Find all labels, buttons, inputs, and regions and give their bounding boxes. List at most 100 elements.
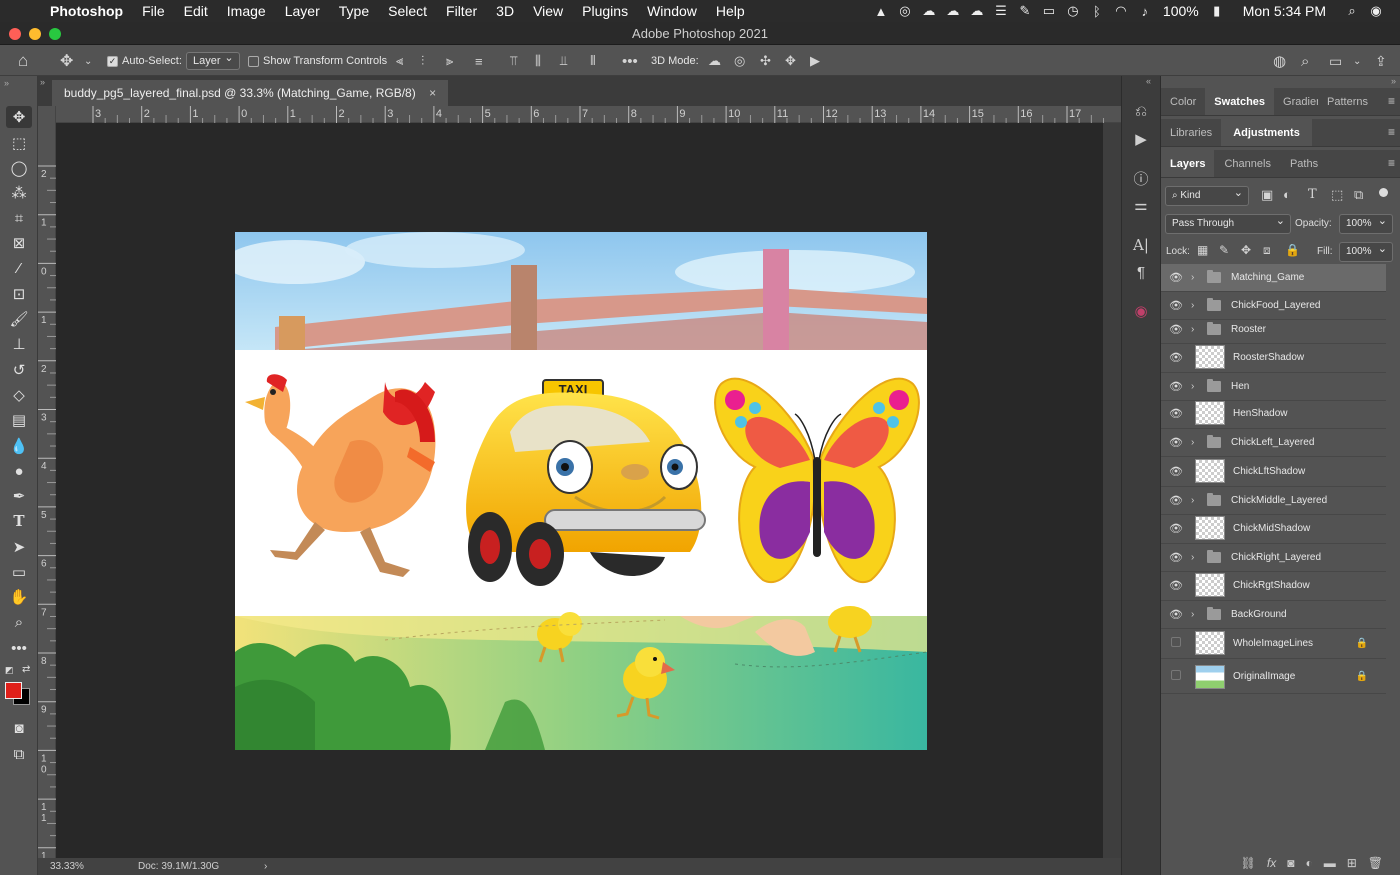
layer-row[interactable]: 👁 ChickLftShadow: [1161, 456, 1386, 487]
actions-play-icon[interactable]: ▶: [1130, 128, 1152, 150]
gradient-tool-icon[interactable]: ▤: [6, 409, 32, 431]
menu-filter[interactable]: Filter: [446, 3, 477, 19]
menu-app-name[interactable]: Photoshop: [50, 3, 123, 19]
filter-smart-object-icon[interactable]: ⧉: [1354, 187, 1363, 203]
layer-row[interactable]: 👁 › Rooster: [1161, 316, 1386, 344]
layer-row[interactable]: 👁 › Hen: [1161, 373, 1386, 401]
distribute-horizontal-icon[interactable]: ⦀: [590, 46, 596, 76]
fill-field[interactable]: 100%: [1339, 240, 1393, 262]
tab-adjustments[interactable]: Adjustments: [1221, 119, 1312, 146]
lasso-tool-icon[interactable]: ◯: [6, 157, 32, 179]
workspace-icon[interactable]: ▭: [1329, 46, 1342, 76]
lock-image-icon[interactable]: ✎: [1219, 243, 1229, 257]
expand-chevron-icon[interactable]: ›: [1191, 609, 1203, 620]
tab-libraries[interactable]: Libraries: [1161, 119, 1221, 146]
layer-row[interactable]: 👁 RoosterShadow: [1161, 342, 1386, 373]
menu-edit[interactable]: Edit: [184, 3, 208, 19]
collapse-chevron-icon[interactable]: «: [1146, 76, 1151, 86]
cloud-icon[interactable]: ☁: [941, 0, 965, 22]
align-right-icon[interactable]: ⫸: [446, 46, 453, 76]
3d-scale-icon[interactable]: ▶: [810, 46, 820, 76]
spotlight-search-icon[interactable]: ⌕: [1340, 0, 1364, 22]
display-icon[interactable]: ▭: [1037, 0, 1061, 22]
wifi-icon[interactable]: ◠: [1109, 0, 1133, 22]
panel-menu-icon[interactable]: ≡: [1388, 125, 1395, 139]
tab-layers[interactable]: Layers: [1161, 150, 1215, 177]
stack-icon[interactable]: ☰: [989, 0, 1013, 22]
zoom-window-button[interactable]: [49, 28, 61, 40]
new-layer-icon[interactable]: ⊞: [1347, 856, 1357, 870]
lock-all-icon[interactable]: 🔒: [1285, 243, 1300, 257]
eyedropper-tool-icon[interactable]: ⁄: [6, 257, 32, 279]
marquee-tool-icon[interactable]: ⬚: [6, 132, 32, 154]
magic-wand-icon[interactable]: ⁂: [6, 182, 32, 204]
layer-filter-kind-dropdown[interactable]: ⌕ Kind: [1165, 184, 1249, 206]
vertical-scrollbar[interactable]: [1103, 123, 1121, 858]
expand-chevron-icon[interactable]: ›: [1191, 495, 1203, 506]
expand-chevron-icon[interactable]: ›: [1191, 552, 1203, 563]
history-panel-icon[interactable]: ⎌: [1130, 100, 1152, 122]
plugin-panel-icon[interactable]: ◉: [1130, 300, 1152, 322]
menu-3d[interactable]: 3D: [496, 3, 514, 19]
default-colors-icon[interactable]: ◩: [5, 665, 14, 676]
collapse-chevron-icon[interactable]: »: [1391, 76, 1396, 86]
healing-brush-icon[interactable]: ⊡: [6, 283, 32, 305]
visibility-eye-icon[interactable]: 👁: [1161, 551, 1191, 564]
cloud-icon[interactable]: ☁: [965, 0, 989, 22]
path-selection-icon[interactable]: ➤: [6, 536, 32, 558]
siri-icon[interactable]: ◉: [1364, 0, 1388, 22]
edit-toolbar-icon[interactable]: •••: [6, 637, 32, 659]
panel-menu-icon[interactable]: ≡: [1388, 94, 1395, 108]
chevron-down-icon[interactable]: ⌄: [84, 46, 92, 76]
share-icon[interactable]: ⇪: [1375, 46, 1387, 76]
status-menu-chevron-icon[interactable]: ›: [264, 858, 267, 875]
filter-pixel-icon[interactable]: ▣: [1261, 187, 1273, 203]
filter-shape-icon[interactable]: ⬚: [1331, 187, 1343, 203]
blur-tool-icon[interactable]: 💧: [6, 435, 32, 457]
drive-icon[interactable]: ▲: [869, 0, 893, 22]
tab-patterns[interactable]: Patterns: [1318, 88, 1377, 115]
visibility-eye-icon[interactable]: 👁: [1161, 465, 1191, 478]
align-bottom-icon[interactable]: ⫫: [560, 46, 567, 76]
filter-adjustment-icon[interactable]: ◐: [1283, 187, 1291, 202]
layer-row[interactable]: 👁 ChickMidShadow: [1161, 513, 1386, 544]
menu-select[interactable]: Select: [388, 3, 427, 19]
zoom-level-field[interactable]: 33.33%: [50, 858, 84, 875]
distribute-vertical-icon[interactable]: ≡: [475, 46, 483, 76]
lock-transparent-icon[interactable]: ▦: [1197, 243, 1208, 257]
swap-colors-icon[interactable]: ⇄: [22, 664, 30, 675]
align-top-icon[interactable]: ⫪: [510, 46, 517, 76]
cloud-icon[interactable]: ☁: [917, 0, 941, 22]
hand-tool-icon[interactable]: ✋: [6, 586, 32, 608]
align-hcenter-icon[interactable]: ⫶: [421, 46, 424, 76]
visibility-eye-icon[interactable]: 👁: [1161, 407, 1191, 420]
tab-paths[interactable]: Paths: [1281, 150, 1327, 177]
quick-mask-icon[interactable]: ◙: [6, 717, 32, 739]
menu-file[interactable]: File: [142, 3, 165, 19]
visibility-eye-icon[interactable]: 👁: [1161, 436, 1191, 449]
new-adjustment-layer-icon[interactable]: ◐: [1305, 856, 1312, 870]
stamp-tool-icon[interactable]: ⊥: [6, 333, 32, 355]
visibility-eye-icon[interactable]: 👁: [1161, 351, 1191, 364]
expand-chevron-icon[interactable]: ›: [1191, 381, 1203, 392]
close-tab-icon[interactable]: ×: [429, 86, 436, 100]
history-brush-icon[interactable]: ↺: [6, 359, 32, 381]
align-vcenter-icon[interactable]: ⫼: [535, 46, 541, 76]
delete-layer-icon[interactable]: 🗑: [1368, 856, 1383, 870]
brush-tool-icon[interactable]: 🖌: [6, 308, 32, 330]
expand-chevron-icon[interactable]: ›: [1191, 300, 1203, 311]
add-mask-icon[interactable]: ◙: [1287, 856, 1294, 870]
3d-orbit-icon[interactable]: ☁: [708, 46, 721, 76]
chevron-down-icon[interactable]: ⌄: [1353, 46, 1361, 76]
eraser-tool-icon[interactable]: ◇: [6, 384, 32, 406]
align-left-icon[interactable]: ⫷: [396, 46, 403, 76]
layer-row[interactable]: 👁 HenShadow: [1161, 398, 1386, 429]
visibility-eye-icon[interactable]: 👁: [1161, 522, 1191, 535]
show-transform-controls-checkbox[interactable]: Show Transform Controls: [248, 46, 387, 76]
move-tool-icon[interactable]: ✥: [6, 106, 32, 128]
foreground-color-swatch[interactable]: [5, 682, 22, 699]
rectangle-tool-icon[interactable]: ▭: [6, 561, 32, 583]
properties-panel-icon[interactable]: ⚌: [1130, 194, 1152, 216]
layer-row[interactable]: WholeImageLines 🔒: [1161, 628, 1386, 659]
move-tool-preset-icon[interactable]: ✥: [60, 46, 73, 76]
